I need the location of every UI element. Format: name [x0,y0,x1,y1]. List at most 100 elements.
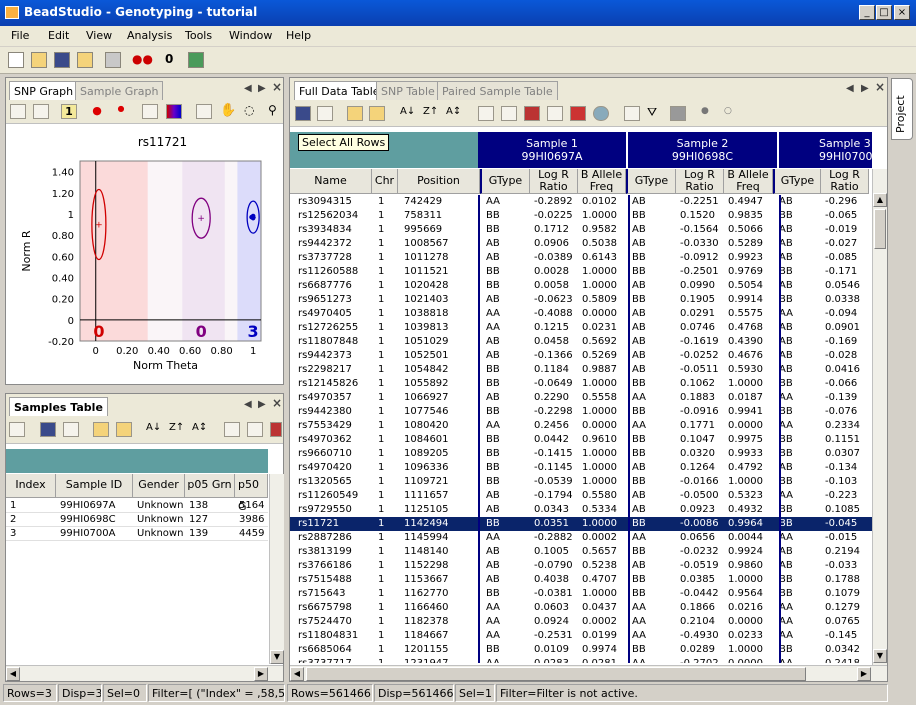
table-row[interactable]: rs9729550 1 1125105 AB 0.0343 0.5334 AB 0.0923 0… [290,503,872,517]
table-row[interactable]: rs6675798 1 1166460 AA 0.0603 0.0437 AA 0.1866 0… [290,601,872,615]
col-gender[interactable]: Gender [133,474,185,498]
call-point-icon[interactable]: ● [89,104,105,119]
table-row[interactable]: rs6687776 1 1020428 BB 0.0058 1.0000 AB 0.0990 0… [290,279,872,293]
tab-snp-graph[interactable]: SNP Graph [9,81,79,101]
show-count-icon[interactable]: 1 [61,104,77,119]
samples-scroll-left-btn-icon[interactable]: ◀ [6,667,20,681]
table-row[interactable]: rs12726255 1 1039813 AA 0.1215 0.0231 AB 0.0746… [290,321,872,335]
table-row[interactable]: rs7524470 1 1182378 AA 0.0924 0.0002 AA 0.2104 0… [290,615,872,629]
data-scroll-right-icon[interactable]: ▶ [857,667,871,681]
sort-ascending-icon[interactable]: A↓ [146,422,162,437]
tab-scroll-left-icon[interactable]: ◀ [244,83,252,94]
table-row[interactable]: rs715643 1 1162770 BB -0.0381 1.0000 BB -0.0442… [290,587,872,601]
menu-edit[interactable]: Edit [48,29,69,42]
menu-help[interactable]: Help [286,29,311,42]
sample-row[interactable]: 1 99HI0697A Unknown 138 5164 [6,499,268,513]
table-row[interactable]: rs11260588 1 1011521 BB 0.0028 1.0000 BB -0.250… [290,265,872,279]
table-row[interactable]: rs11807848 1 1051029 AB 0.0458 0.5692 AB -0.161… [290,335,872,349]
zoom-icon[interactable]: ⚲ [268,104,284,119]
pointer-icon[interactable] [196,104,212,119]
filter-icon[interactable]: ⛛ [647,106,663,121]
sample-row[interactable]: 3 99HI0700A Unknown 139 4459 [6,527,268,541]
data-col-header[interactable]: Log R Ratio [676,169,724,194]
filter-settings-icon[interactable] [670,106,686,121]
heatmap-icon[interactable] [547,106,563,121]
table-row-selected[interactable]: rs11721 1 1142494 BB 0.0351 1.0000 BB -0.0086 0.… [290,517,872,531]
color-scheme-icon[interactable] [166,104,182,119]
print-icon[interactable] [105,52,121,68]
line-chart-icon[interactable] [478,106,494,121]
sample-2-header[interactable]: Sample 2 99HI0698C [628,132,779,168]
samples-scroll-right-icon[interactable]: ▶ [258,399,266,410]
table-row[interactable]: rs9442380 1 1077546 BB -0.2298 1.0000 BB -0.091… [290,405,872,419]
unlock-icon[interactable]: ○ [724,106,740,121]
menu-view[interactable]: View [86,29,112,42]
menu-tools[interactable]: Tools [185,29,212,42]
samples-scroll-right-btn-icon[interactable]: ▶ [254,667,268,681]
table-row[interactable]: rs2298217 1 1054842 BB 0.1184 0.9887 AB -0.0511… [290,363,872,377]
table-row[interactable]: rs7515488 1 1153667 AB 0.4038 0.4707 BB 0.0385 1… [290,573,872,587]
data-col-header[interactable]: Log R Ratio [530,169,578,194]
report-icon[interactable] [570,106,586,121]
table-row[interactable]: rs9442373 1 1052501 AB -0.1366 0.5269 AB -0.025… [290,349,872,363]
column-chooser-icon[interactable] [624,106,640,121]
tab-samples-table[interactable]: Samples Table [9,397,108,417]
export-columns-icon[interactable] [369,106,385,121]
data-vscroll[interactable]: ▲ ▼ [872,169,887,665]
data-tab-left-icon[interactable]: ◀ [846,83,854,94]
sort-custom-icon[interactable]: A↕ [446,106,462,121]
histogram-chart-icon[interactable] [524,106,540,121]
table-row[interactable]: rs3766186 1 1152298 AB -0.0790 0.5238 AB -0.051… [290,559,872,573]
import-icon[interactable] [93,422,109,437]
tab-scroll-right-icon[interactable]: ▶ [258,83,266,94]
lasso-icon[interactable]: ◌ [244,104,260,119]
tab-sample-graph[interactable]: Sample Graph [75,81,164,100]
close-panel-icon[interactable]: × [272,80,282,94]
copy-rows-icon[interactable] [317,106,333,121]
copy-graph-icon[interactable] [142,104,158,119]
samples-vscroll[interactable]: ▼ [269,474,284,664]
project-side-tab[interactable]: Project [891,78,913,140]
copy-icon[interactable] [63,422,79,437]
table-row[interactable]: rs11804831 1 1184667 AA -0.2531 0.0199 AA -0.49… [290,629,872,643]
tab-snp-table[interactable]: SNP Table [376,81,440,100]
data-col-header[interactable]: GType [773,169,821,194]
table-row[interactable]: rs9651273 1 1021403 AB -0.0623 0.5809 BB 0.1905… [290,293,872,307]
data-col-header[interactable]: B Allele Freq [724,169,773,194]
hand-pan-icon[interactable]: ✋ [220,104,236,119]
small-point-icon[interactable]: ● [113,104,129,119]
table-row[interactable]: rs11260549 1 1111657 AB -0.1794 0.5580 AB -0.05… [290,489,872,503]
data-col-header[interactable]: GType [480,169,530,194]
sample-3-header[interactable]: Sample 3 99HI0700 [779,132,872,168]
data-col-header[interactable]: GType [626,169,676,194]
table-row[interactable]: rs4970362 1 1084601 BB 0.0442 0.9610 BB 0.1047 0… [290,433,872,447]
scatter-icon[interactable] [247,422,263,437]
select-all-icon[interactable] [40,422,56,437]
folder-icon[interactable] [77,52,93,68]
data-tab-right-icon[interactable]: ▶ [861,83,869,94]
data-hscroll-thumb[interactable] [306,667,806,681]
samples-scroll-down-icon[interactable]: ▼ [270,650,284,664]
table-row[interactable]: rs2887286 1 1145994 AA -0.2882 0.0002 AA 0.0656… [290,531,872,545]
table-row[interactable]: rs4970405 1 1038818 AA -0.4088 0.0000 AB 0.0291… [290,307,872,321]
database-icon[interactable] [188,52,204,68]
col-index[interactable]: Index [6,474,56,498]
tab-full-data-table[interactable]: Full Data Table [294,81,385,101]
histogram-icon[interactable] [33,104,49,119]
menu-window[interactable]: Window [229,29,272,42]
minimize-button[interactable]: _ [859,5,875,20]
col-p05-grn[interactable]: p05 Grn [185,474,235,498]
sample-point[interactable] [250,215,256,221]
data-col-header[interactable]: Name [290,169,372,194]
select-all-rows-icon[interactable] [295,106,311,121]
close-samples-panel-icon[interactable]: × [272,396,282,410]
search-icon[interactable] [593,106,609,121]
export-icon[interactable] [116,422,132,437]
table-row[interactable]: rs6685064 1 1201155 BB 0.0109 0.9974 BB 0.0289 1… [290,643,872,657]
col-sample-id[interactable]: Sample ID [56,474,133,498]
lock-icon[interactable]: ● [701,106,717,121]
samples-scroll-left-icon[interactable]: ◀ [244,399,252,410]
cluster-dots-icon[interactable]: ●● [132,52,153,68]
import-columns-icon[interactable] [347,106,363,121]
sort-descending-icon[interactable]: Z↑ [169,422,185,437]
